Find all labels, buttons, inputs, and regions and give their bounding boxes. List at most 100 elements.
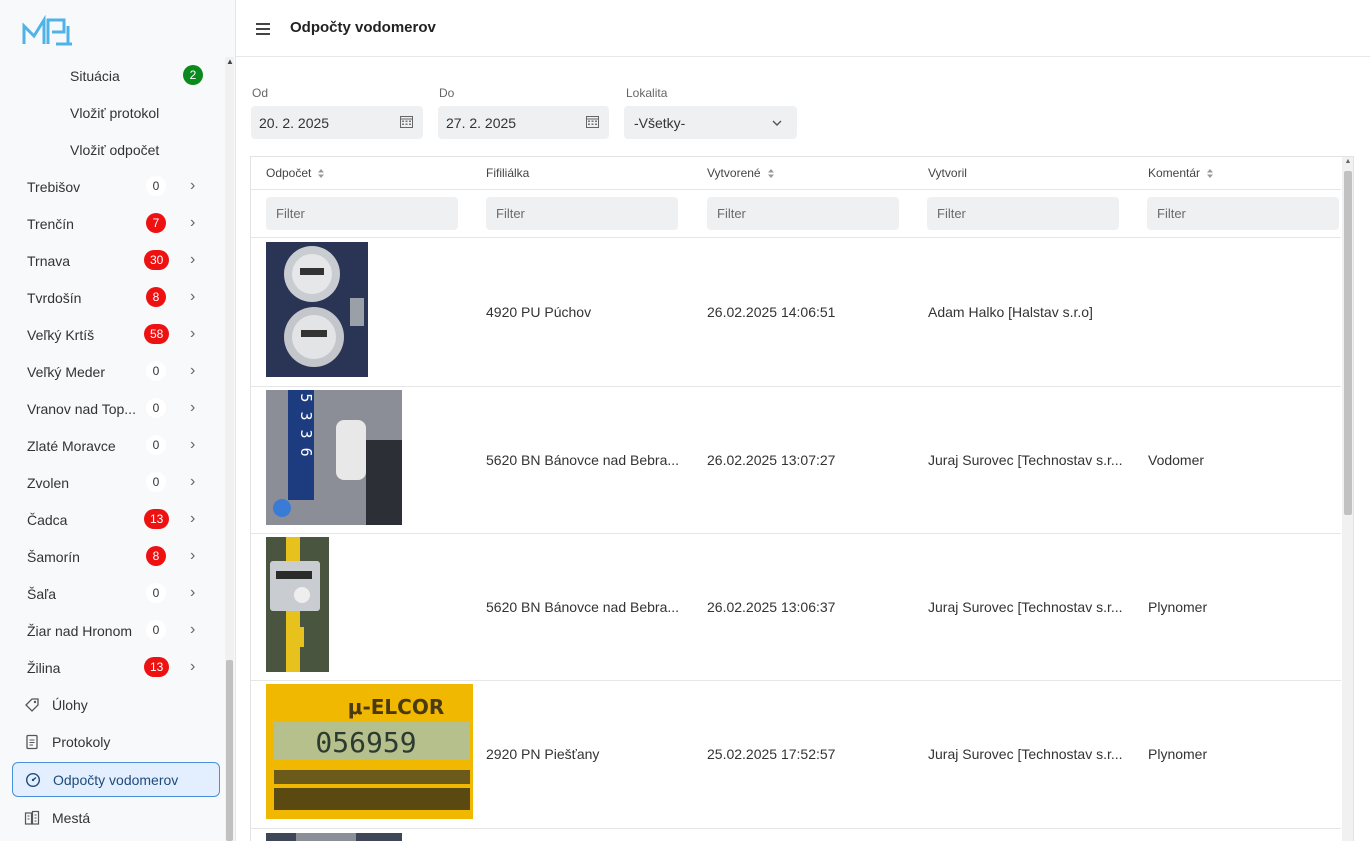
top-header: Odpočty vodomerov (236, 0, 1370, 57)
to-date-value: 27. 2. 2025 (446, 114, 517, 131)
sidebar-item-vlozit-protokol[interactable]: Vložiť protokol (0, 94, 226, 131)
elcor-brand-text: μ-ELCOR (348, 695, 445, 719)
elcor-reading-text: 056959 (315, 726, 416, 759)
from-date-input[interactable]: 20. 2. 2025 (251, 106, 423, 139)
meter-digits-text: 0 5 3 3 6 (297, 390, 315, 457)
city-label: Zlaté Moravce (27, 437, 116, 454)
table-row[interactable] (251, 829, 1341, 841)
scroll-up-arrow-icon[interactable]: ▲ (226, 58, 234, 66)
city-label: Veľký Meder (27, 363, 106, 380)
sidebar-item-ulohy[interactable]: Úlohy (0, 686, 226, 723)
column-header-komentar[interactable]: Komentár (1148, 166, 1214, 180)
sidebar-city-item[interactable]: Tvrdošín 8 › (0, 279, 226, 316)
sidebar-city-item[interactable]: Zlaté Moravce 0 › (0, 427, 226, 464)
filter-input-komentar[interactable] (1147, 197, 1339, 230)
chevron-right-icon[interactable]: › (190, 325, 204, 343)
city-label: Čadca (27, 511, 68, 528)
sidebar-item-odpocty-vodomerov[interactable]: Odpočty vodomerov (12, 762, 220, 797)
to-date-input[interactable]: 27. 2. 2025 (438, 106, 609, 139)
sort-icon[interactable] (767, 168, 775, 179)
table-scrollbar-thumb[interactable] (1344, 171, 1352, 515)
meter-photo[interactable] (266, 537, 329, 672)
table-row[interactable]: 0 5 3 3 6 5620 BN Bánovce nad Bebra... 2… (251, 387, 1341, 534)
sidebar-city-item[interactable]: Trenčín 7 › (0, 205, 226, 242)
column-label: Komentár (1148, 166, 1201, 180)
sidebar-item-protokoly[interactable]: Protokoly (0, 723, 226, 760)
chevron-right-icon[interactable]: › (190, 251, 204, 269)
table-header: Odpočet Fifiliálka Vytvorené Vytvoril Ko… (251, 157, 1341, 190)
location-select[interactable]: -Všetky- (624, 106, 797, 139)
cell-branch: 4920 PU Púchov (486, 304, 592, 320)
sort-icon[interactable] (317, 168, 325, 179)
sidebar-city-item[interactable]: Šaľa 0 › (0, 575, 226, 612)
chevron-right-icon[interactable]: › (190, 621, 204, 639)
sidebar-city-item[interactable]: Vranov nad Top... 0 › (0, 390, 226, 427)
menu-label: Úlohy (52, 696, 88, 713)
count-badge: 0 (146, 176, 166, 196)
tag-icon (24, 697, 40, 713)
sidebar-city-item[interactable]: Veľký Krtíš 58 › (0, 316, 226, 353)
sort-icon[interactable] (1206, 168, 1214, 179)
app-logo[interactable] (22, 14, 80, 48)
column-label: Odpočet (266, 166, 312, 180)
sidebar-city-item[interactable]: Žiar nad Hronom 0 › (0, 612, 226, 649)
sidebar-city-item[interactable]: Čadca 13 › (0, 501, 226, 538)
chevron-right-icon[interactable]: › (190, 362, 204, 380)
count-badge: 13 (144, 509, 170, 529)
sidebar-item-mesta[interactable]: Mestá (0, 799, 226, 836)
chevron-right-icon[interactable]: › (190, 436, 204, 454)
sidebar-city-item[interactable]: Šamorín 8 › (0, 538, 226, 575)
sidebar-city-item[interactable]: Trebišov 0 › (0, 168, 226, 205)
gauge-icon (25, 772, 41, 788)
filter-input-odpocet[interactable] (266, 197, 458, 230)
table-row[interactable]: 5620 BN Bánovce nad Bebra... 26.02.2025 … (251, 534, 1341, 681)
meter-photo[interactable]: 0 5 3 3 6 (266, 390, 402, 525)
calendar-icon[interactable] (586, 115, 599, 128)
sidebar: Situácia 2 Vložiť protokol Vložiť odpoče… (0, 0, 236, 841)
chevron-right-icon[interactable]: › (190, 510, 204, 528)
table-row[interactable]: 4920 PU Púchov 26.02.2025 14:06:51 Adam … (251, 239, 1341, 387)
menu-label: Mestá (52, 809, 91, 826)
table-row[interactable]: μ-ELCOR 056959 2920 PN Piešťany 25.02.20… (251, 681, 1341, 829)
hamburger-menu-icon[interactable] (256, 23, 270, 35)
chevron-right-icon[interactable]: › (190, 547, 204, 565)
sidebar-item-label: Vložiť protokol (70, 104, 160, 121)
meter-photo[interactable] (266, 833, 402, 841)
city-label: Trebišov (27, 178, 81, 195)
count-badge: 58 (144, 324, 170, 344)
menu-label: Protokoly (52, 733, 111, 750)
city-label: Vranov nad Top... (27, 400, 136, 417)
meter-photo[interactable] (266, 242, 368, 377)
chevron-right-icon[interactable]: › (190, 658, 204, 676)
scroll-up-arrow-icon[interactable]: ▲ (1342, 158, 1353, 165)
cell-created: 26.02.2025 13:06:37 (707, 599, 836, 615)
calendar-icon[interactable] (400, 115, 413, 128)
building-icon (24, 810, 40, 826)
chevron-right-icon[interactable]: › (190, 584, 204, 602)
city-label: Veľký Krtíš (27, 326, 95, 343)
city-label: Šamorín (27, 548, 80, 565)
sidebar-item-vlozit-odpocet[interactable]: Vložiť odpočet (0, 131, 226, 168)
sidebar-scrollbar-thumb[interactable] (226, 660, 233, 841)
chevron-right-icon[interactable]: › (190, 473, 204, 491)
location-label: Lokalita (626, 86, 668, 100)
column-header-odpocet[interactable]: Odpočet (266, 166, 325, 180)
app-root: Situácia 2 Vložiť protokol Vložiť odpoče… (0, 0, 1370, 841)
sidebar-city-item[interactable]: Žilina 13 › (0, 649, 226, 686)
sidebar-city-item[interactable]: Trnava 30 › (0, 242, 226, 279)
filter-input-vytvoril[interactable] (927, 197, 1119, 230)
meter-photo[interactable]: μ-ELCOR 056959 (266, 684, 473, 819)
chevron-right-icon[interactable]: › (190, 288, 204, 306)
filter-input-filialka[interactable] (486, 197, 678, 230)
table-scrollbar[interactable]: ▲ (1342, 157, 1353, 841)
chevron-right-icon[interactable]: › (190, 177, 204, 195)
sidebar-item-situacia[interactable]: Situácia 2 (0, 57, 226, 94)
count-badge: 0 (146, 361, 166, 381)
column-header-vytvorene[interactable]: Vytvorené (707, 166, 775, 180)
filter-input-vytvorene[interactable] (707, 197, 899, 230)
column-header-vytvoril: Vytvoril (928, 166, 967, 180)
chevron-right-icon[interactable]: › (190, 399, 204, 417)
sidebar-city-item[interactable]: Veľký Meder 0 › (0, 353, 226, 390)
chevron-right-icon[interactable]: › (190, 214, 204, 232)
sidebar-city-item[interactable]: Zvolen 0 › (0, 464, 226, 501)
